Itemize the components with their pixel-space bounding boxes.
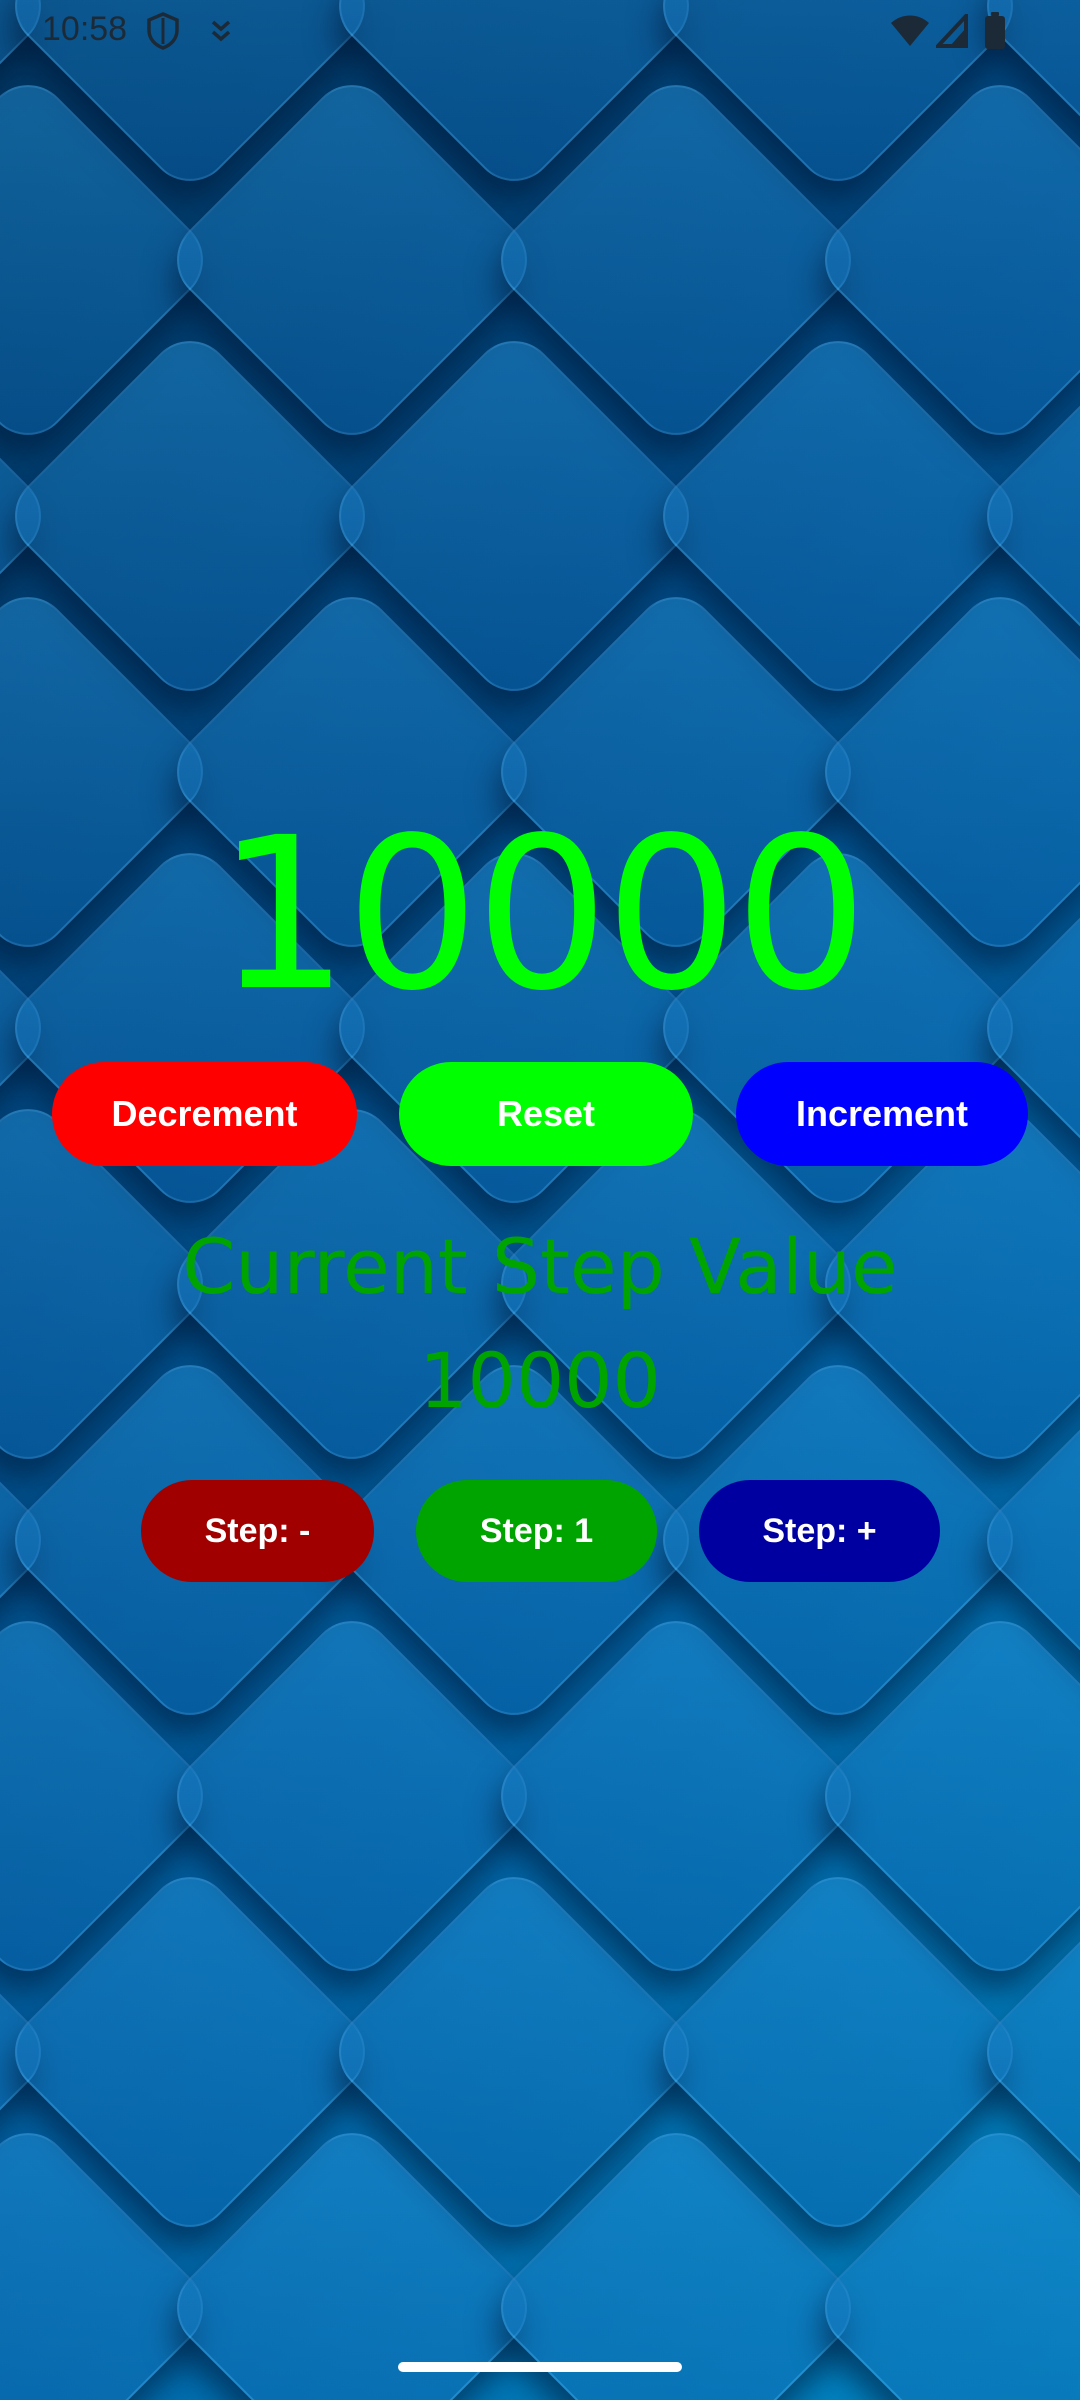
battery-icon — [984, 12, 1006, 55]
step-decrease-button[interactable]: Step: - — [141, 1480, 374, 1582]
status-time: 10:58 — [42, 10, 128, 48]
step-value: 10000 — [419, 1336, 661, 1425]
signal-icon — [933, 10, 968, 53]
step-title: Current Step Value — [182, 1222, 898, 1311]
step-reset-button[interactable]: Step: 1 — [416, 1480, 657, 1582]
app-screen: 10:58 10000 Decrement Reset Increment Cu… — [0, 0, 1080, 2400]
shield-icon — [146, 12, 180, 55]
increment-button[interactable]: Increment — [736, 1062, 1028, 1166]
home-indicator[interactable] — [398, 2362, 682, 2372]
wifi-icon — [890, 14, 930, 53]
step-increase-button[interactable]: Step: + — [699, 1480, 940, 1582]
download-icon — [208, 16, 234, 53]
decrement-button[interactable]: Decrement — [52, 1062, 357, 1166]
status-bar: 10:58 — [0, 0, 1080, 62]
reset-button[interactable]: Reset — [399, 1062, 693, 1166]
counter-value: 10000 — [215, 792, 868, 1037]
